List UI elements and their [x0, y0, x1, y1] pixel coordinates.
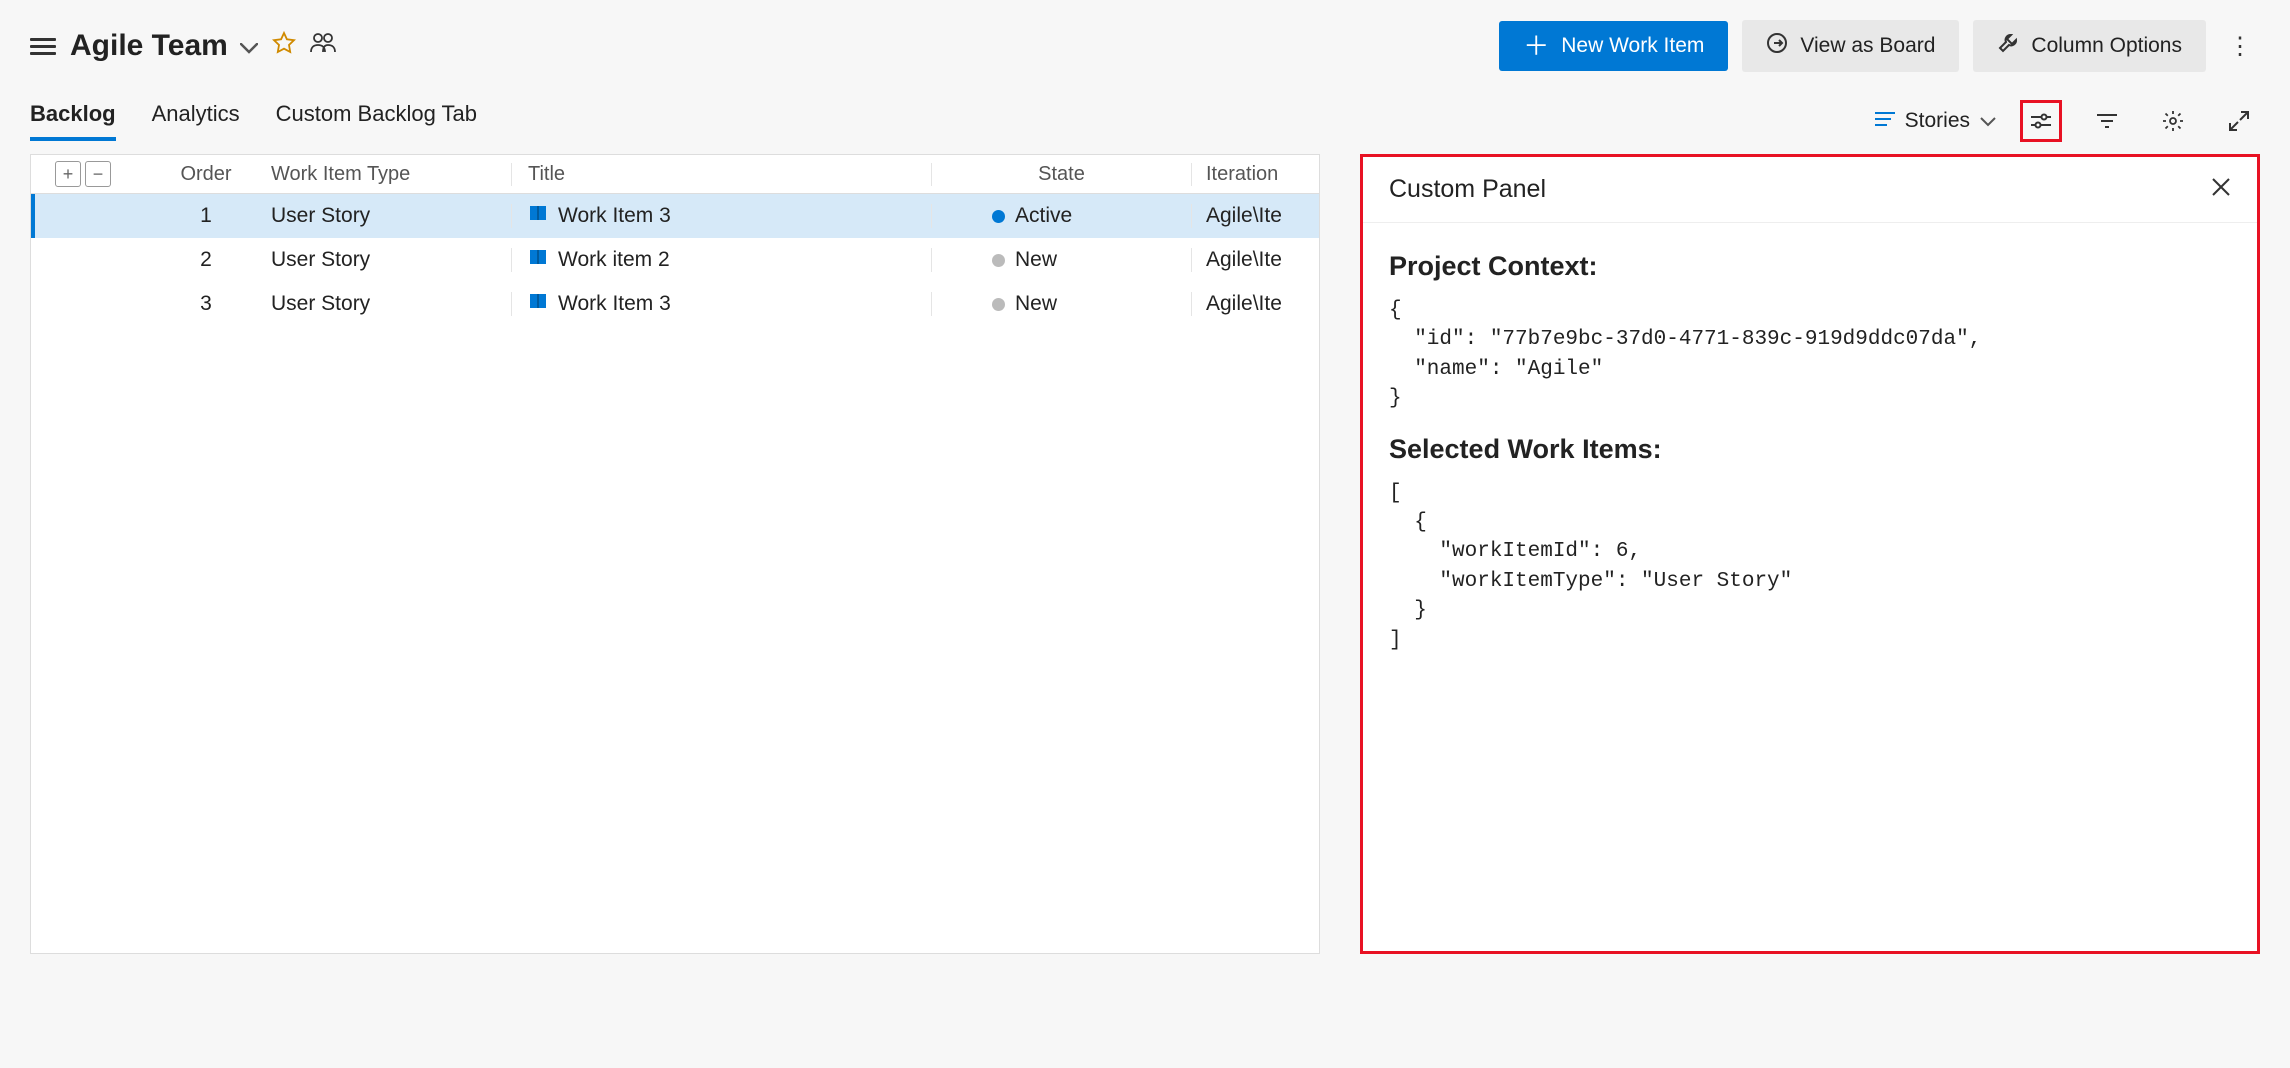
- cell-order: 1: [141, 204, 271, 228]
- chevron-down-icon: [1980, 109, 1996, 133]
- cell-state: Active: [931, 204, 1191, 228]
- custom-panel: Custom Panel Project Context: { "id": "7…: [1360, 154, 2260, 954]
- project-context-code: { "id": "77b7e9bc-37d0-4771-839c-919d9dd…: [1389, 296, 2231, 414]
- cell-order: 3: [141, 292, 271, 316]
- backlog-table: + − Order Work Item Type Title State Ite…: [30, 154, 1320, 954]
- table-row[interactable]: 3User StoryWork Item 3NewAgile\Ite: [31, 282, 1319, 326]
- user-story-icon: [528, 292, 548, 316]
- table-row[interactable]: 1User StoryWork Item 3ActiveAgile\Ite: [31, 194, 1319, 238]
- plus-icon: ＋: [1523, 33, 1549, 59]
- column-header-title[interactable]: Title: [511, 163, 931, 186]
- team-members-icon[interactable]: [310, 32, 336, 60]
- cell-iteration: Agile\Ite: [1191, 248, 1319, 272]
- tab-custom-backlog[interactable]: Custom Backlog Tab: [276, 101, 477, 141]
- panel-toggle-button[interactable]: [2020, 100, 2062, 142]
- menu-icon[interactable]: [30, 34, 56, 59]
- selected-items-code: [ { "workItemId": 6, "workItemType": "Us…: [1389, 479, 2231, 655]
- backlog-level-label: Stories: [1905, 109, 1970, 133]
- cell-order: 2: [141, 248, 271, 272]
- settings-gear-icon[interactable]: [2152, 100, 2194, 142]
- cell-iteration: Agile\Ite: [1191, 204, 1319, 228]
- column-header-type[interactable]: Work Item Type: [271, 163, 511, 186]
- cell-type: User Story: [271, 204, 511, 228]
- cell-iteration: Agile\Ite: [1191, 292, 1319, 316]
- cell-type: User Story: [271, 248, 511, 272]
- user-story-icon: [528, 248, 548, 272]
- filter-button[interactable]: [2086, 100, 2128, 142]
- project-context-heading: Project Context:: [1389, 251, 2231, 282]
- favorite-star-icon[interactable]: [272, 31, 296, 61]
- column-options-button[interactable]: Column Options: [1973, 20, 2206, 72]
- new-work-item-label: New Work Item: [1561, 34, 1704, 58]
- board-icon: [1766, 32, 1788, 60]
- state-dot-icon: [992, 254, 1005, 267]
- team-name-label: Agile Team: [70, 29, 228, 63]
- view-as-board-label: View as Board: [1800, 34, 1935, 58]
- column-options-label: Column Options: [2031, 34, 2182, 58]
- backlog-level-selector[interactable]: Stories: [1875, 109, 1996, 133]
- column-header-iteration[interactable]: Iteration: [1191, 163, 1319, 186]
- cell-type: User Story: [271, 292, 511, 316]
- view-as-board-button[interactable]: View as Board: [1742, 20, 1959, 72]
- chevron-down-icon: [240, 29, 258, 63]
- panel-title: Custom Panel: [1389, 175, 1546, 204]
- more-actions-icon[interactable]: ⋮: [2220, 24, 2260, 69]
- fullscreen-icon[interactable]: [2218, 100, 2260, 142]
- page-header: Agile Team ＋ New Work Item View as Board: [0, 0, 2290, 82]
- cell-title[interactable]: Work Item 3: [511, 292, 931, 316]
- column-header-state[interactable]: State: [931, 163, 1191, 186]
- user-story-icon: [528, 204, 548, 228]
- tab-backlog[interactable]: Backlog: [30, 101, 116, 141]
- new-work-item-button[interactable]: ＋ New Work Item: [1499, 21, 1728, 71]
- tabs-row: Backlog Analytics Custom Backlog Tab Sto…: [0, 82, 2290, 142]
- selected-items-heading: Selected Work Items:: [1389, 434, 2231, 465]
- state-dot-icon: [992, 298, 1005, 311]
- table-row[interactable]: 2User StoryWork item 2NewAgile\Ite: [31, 238, 1319, 282]
- list-icon: [1875, 110, 1895, 133]
- cell-state: New: [931, 292, 1191, 316]
- cell-title[interactable]: Work Item 3: [511, 204, 931, 228]
- column-header-order[interactable]: Order: [141, 163, 271, 186]
- collapse-all-button[interactable]: −: [85, 161, 111, 187]
- cell-title[interactable]: Work item 2: [511, 248, 931, 272]
- wrench-icon: [1997, 32, 2019, 60]
- state-dot-icon: [992, 210, 1005, 223]
- cell-state: New: [931, 248, 1191, 272]
- team-selector[interactable]: Agile Team: [70, 29, 258, 63]
- expand-all-button[interactable]: +: [55, 161, 81, 187]
- tab-analytics[interactable]: Analytics: [152, 101, 240, 141]
- close-icon[interactable]: [2211, 176, 2231, 204]
- table-header-row: + − Order Work Item Type Title State Ite…: [31, 155, 1319, 194]
